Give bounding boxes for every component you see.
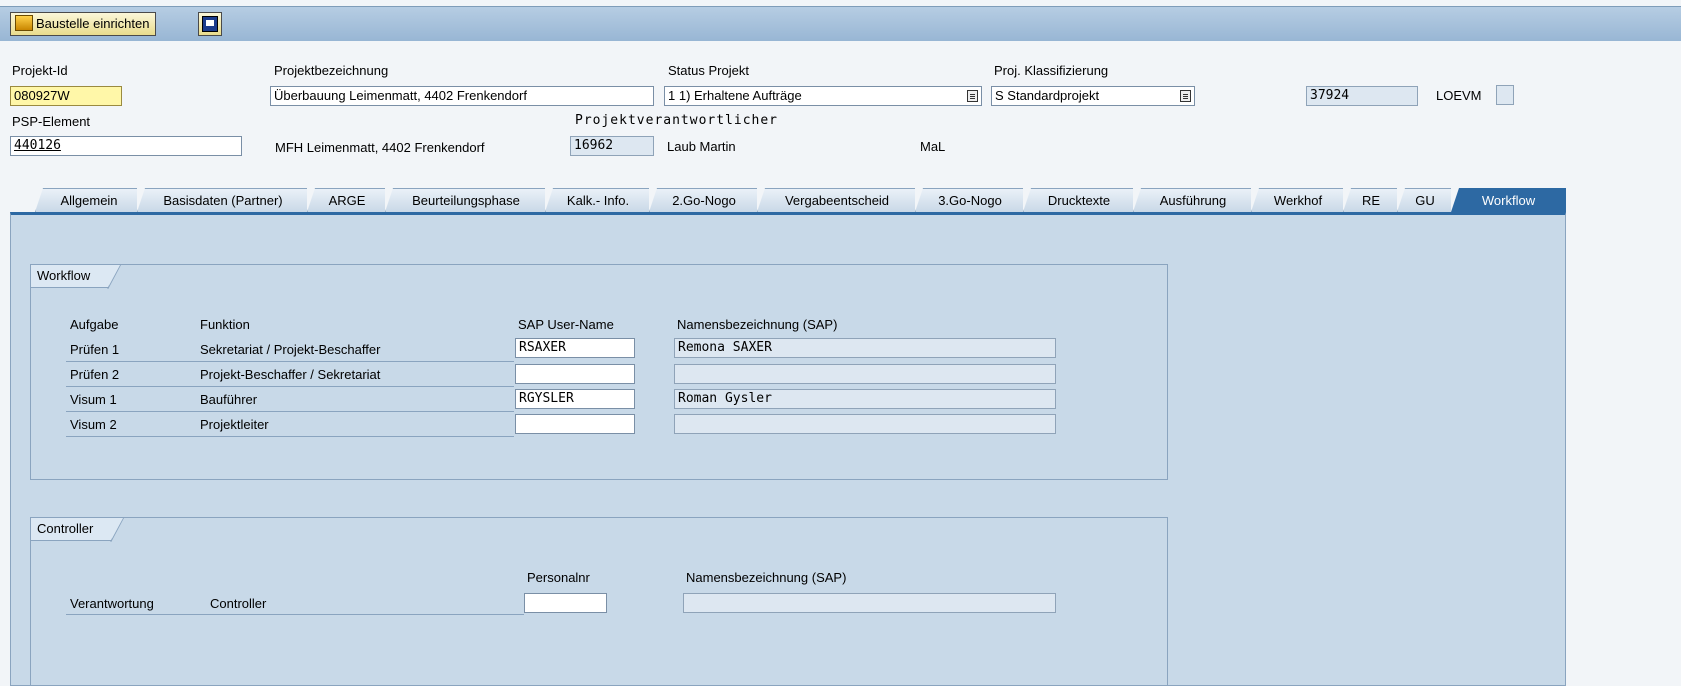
row-divider [66, 411, 514, 412]
row2-name-field [674, 364, 1056, 384]
tab-strip: Allgemein Basisdaten (Partner) ARGE Beur… [10, 188, 1566, 212]
row1-aufgabe: Prüfen 1 [70, 342, 120, 357]
projektbezeichnung-field[interactable]: Überbauung Leimenmatt, 4402 Frenkendorf [270, 86, 654, 106]
tab-ausfuehrung[interactable]: Ausführung [1133, 188, 1253, 212]
row3-aufgabe: Visum 1 [70, 392, 117, 407]
row4-name-field [674, 414, 1056, 434]
status-projekt-dropdown[interactable]: 1 1) Erhaltene Aufträge [664, 86, 982, 106]
proj-klassifizierung-dropdown[interactable]: S Standardprojekt [991, 86, 1195, 106]
col-header-namensbezeichnung: Namensbezeichnung (SAP) [677, 317, 838, 332]
col-header-personalnr: Personalnr [527, 570, 590, 585]
controller-group-title: Controller [31, 518, 124, 541]
row3-funktion: Bauführer [200, 392, 258, 407]
projektbezeichnung-label: Projektbezeichnung [274, 63, 389, 78]
projektverantwortlicher-short: MaL [920, 139, 946, 154]
tab-workflow[interactable]: Workflow [1451, 188, 1566, 212]
loevm-label: LOEVM [1436, 88, 1482, 103]
row4-funktion: Projektleiter [200, 417, 269, 432]
tab-werkhof[interactable]: Werkhof [1251, 188, 1345, 212]
row2-aufgabe: Prüfen 2 [70, 367, 120, 382]
controller-funktion: Controller [210, 596, 267, 611]
row4-user-input[interactable] [515, 414, 635, 434]
projektverantwortlicher-number: 16962 [570, 136, 654, 156]
dropdown-icon[interactable] [967, 90, 978, 102]
projektverantwortlicher-label: Projektverantwortlicher [575, 113, 779, 128]
row-divider [66, 386, 514, 387]
row1-user-input[interactable]: RSAXER [515, 338, 635, 358]
controller-personalnr-input[interactable] [524, 593, 607, 613]
projekt-id-label: Projekt-Id [12, 63, 68, 78]
row-divider [66, 614, 524, 615]
tab-re[interactable]: RE [1343, 188, 1399, 212]
controller-verantwortung: Verantwortung [70, 596, 154, 611]
construction-icon [15, 15, 33, 31]
row-divider [66, 436, 514, 437]
tab-vergabeentscheid[interactable]: Vergabeentscheid [757, 188, 917, 212]
tab-basisdaten-partner[interactable]: Basisdaten (Partner) [137, 188, 309, 212]
proj-klassifizierung-label: Proj. Klassifizierung [994, 63, 1109, 78]
tab-drucktexte[interactable]: Drucktexte [1023, 188, 1135, 212]
col-header-controller-name: Namensbezeichnung (SAP) [686, 570, 847, 585]
row3-user-input[interactable]: RGYSLER [515, 389, 635, 409]
col-header-funktion: Funktion [200, 317, 250, 332]
projekt-id-field[interactable]: 080927W [10, 86, 122, 106]
row2-funktion: Projekt-Beschaffer / Sekretariat [200, 367, 381, 382]
loevm-field [1496, 85, 1514, 105]
row1-name-field: Remona SAXER [674, 338, 1056, 358]
display-toggle-icon [202, 16, 218, 32]
tab-gu[interactable]: GU [1397, 188, 1453, 212]
workflow-group-title: Workflow [31, 265, 121, 288]
application-toolbar: Baustelle einrichten [0, 6, 1681, 41]
psp-description: MFH Leimenmatt, 4402 Frenkendorf [275, 140, 485, 155]
tab-3-go-nogo[interactable]: 3.Go-Nogo [915, 188, 1025, 212]
tab-allgemein[interactable]: Allgemein [35, 188, 143, 212]
row-divider [66, 361, 514, 362]
col-header-sap-user: SAP User-Name [518, 317, 614, 332]
row3-name-field: Roman Gysler [674, 389, 1056, 409]
projektverantwortlicher-name: Laub Martin [667, 139, 736, 154]
status-projekt-label: Status Projekt [668, 63, 749, 78]
dropdown-icon[interactable] [1180, 90, 1191, 102]
row2-user-input[interactable] [515, 364, 635, 384]
controller-name-field [683, 593, 1056, 613]
row4-aufgabe: Visum 2 [70, 417, 117, 432]
baustelle-einrichten-label: Baustelle einrichten [36, 16, 150, 31]
number-field: 37924 [1306, 86, 1418, 106]
col-header-aufgabe: Aufgabe [70, 317, 119, 332]
tab-2-go-nogo[interactable]: 2.Go-Nogo [649, 188, 759, 212]
proj-klassifizierung-value: S Standardprojekt [995, 88, 1100, 103]
tab-arge[interactable]: ARGE [307, 188, 387, 212]
tab-kalk-info[interactable]: Kalk.- Info. [545, 188, 651, 212]
psp-element-field[interactable]: 440126 [10, 136, 242, 156]
row1-funktion: Sekretariat / Projekt-Beschaffer [200, 342, 381, 357]
baustelle-einrichten-button[interactable]: Baustelle einrichten [10, 12, 157, 36]
display-toggle-button[interactable] [198, 12, 222, 36]
status-projekt-value: 1 1) Erhaltene Aufträge [668, 88, 802, 103]
tab-beurteilungsphase[interactable]: Beurteilungsphase [385, 188, 547, 212]
psp-element-label: PSP-Element [12, 114, 91, 129]
